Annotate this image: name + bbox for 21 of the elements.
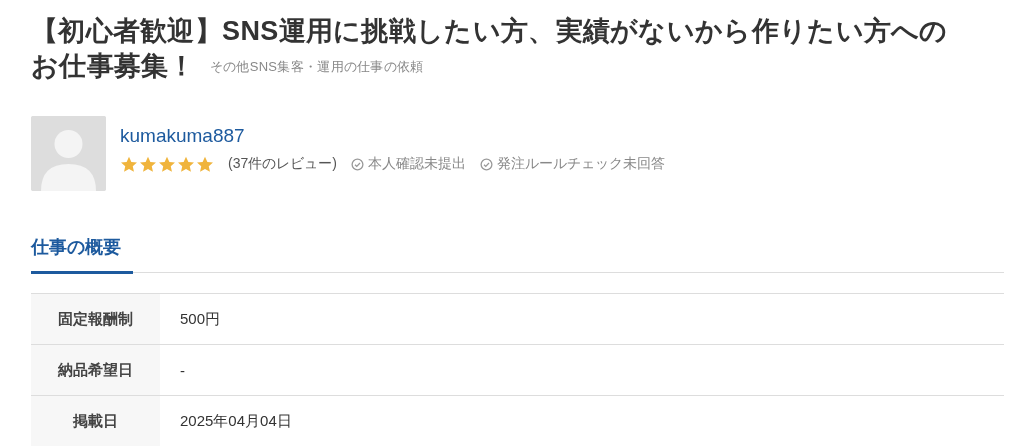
star-icon [139, 155, 157, 173]
star-icon [196, 155, 214, 173]
star-icon [120, 155, 138, 173]
detail-label: 固定報酬制 [31, 293, 160, 345]
detail-label: 納品希望日 [31, 344, 160, 396]
detail-value: 500円 [160, 293, 1004, 345]
star-icon [158, 155, 176, 173]
detail-value: - [160, 344, 1004, 396]
check-circle-icon [350, 157, 364, 171]
check-circle-icon [479, 157, 493, 171]
category-label: その他SNS集客・運用の仕事の依頼 [209, 58, 424, 76]
tab[interactable]: 仕事の概要 [31, 235, 133, 274]
detail-value: 2025年04月04日 [160, 395, 1004, 446]
detail-label: 掲載日 [31, 395, 160, 446]
username-link[interactable]: kumakuma887 [120, 125, 665, 147]
review-count: (37件のレビュー) [228, 155, 337, 173]
star-icon [177, 155, 195, 173]
job-title: 【初心者歓迎】SNS運用に挑戦したい方、実績がないから作りたい方への [31, 15, 948, 48]
status-label: 本人確認未提出 [367, 155, 466, 173]
status-label: 発注ルールチェック未回答 [496, 155, 665, 173]
job-title: お仕事募集！ [31, 50, 196, 83]
